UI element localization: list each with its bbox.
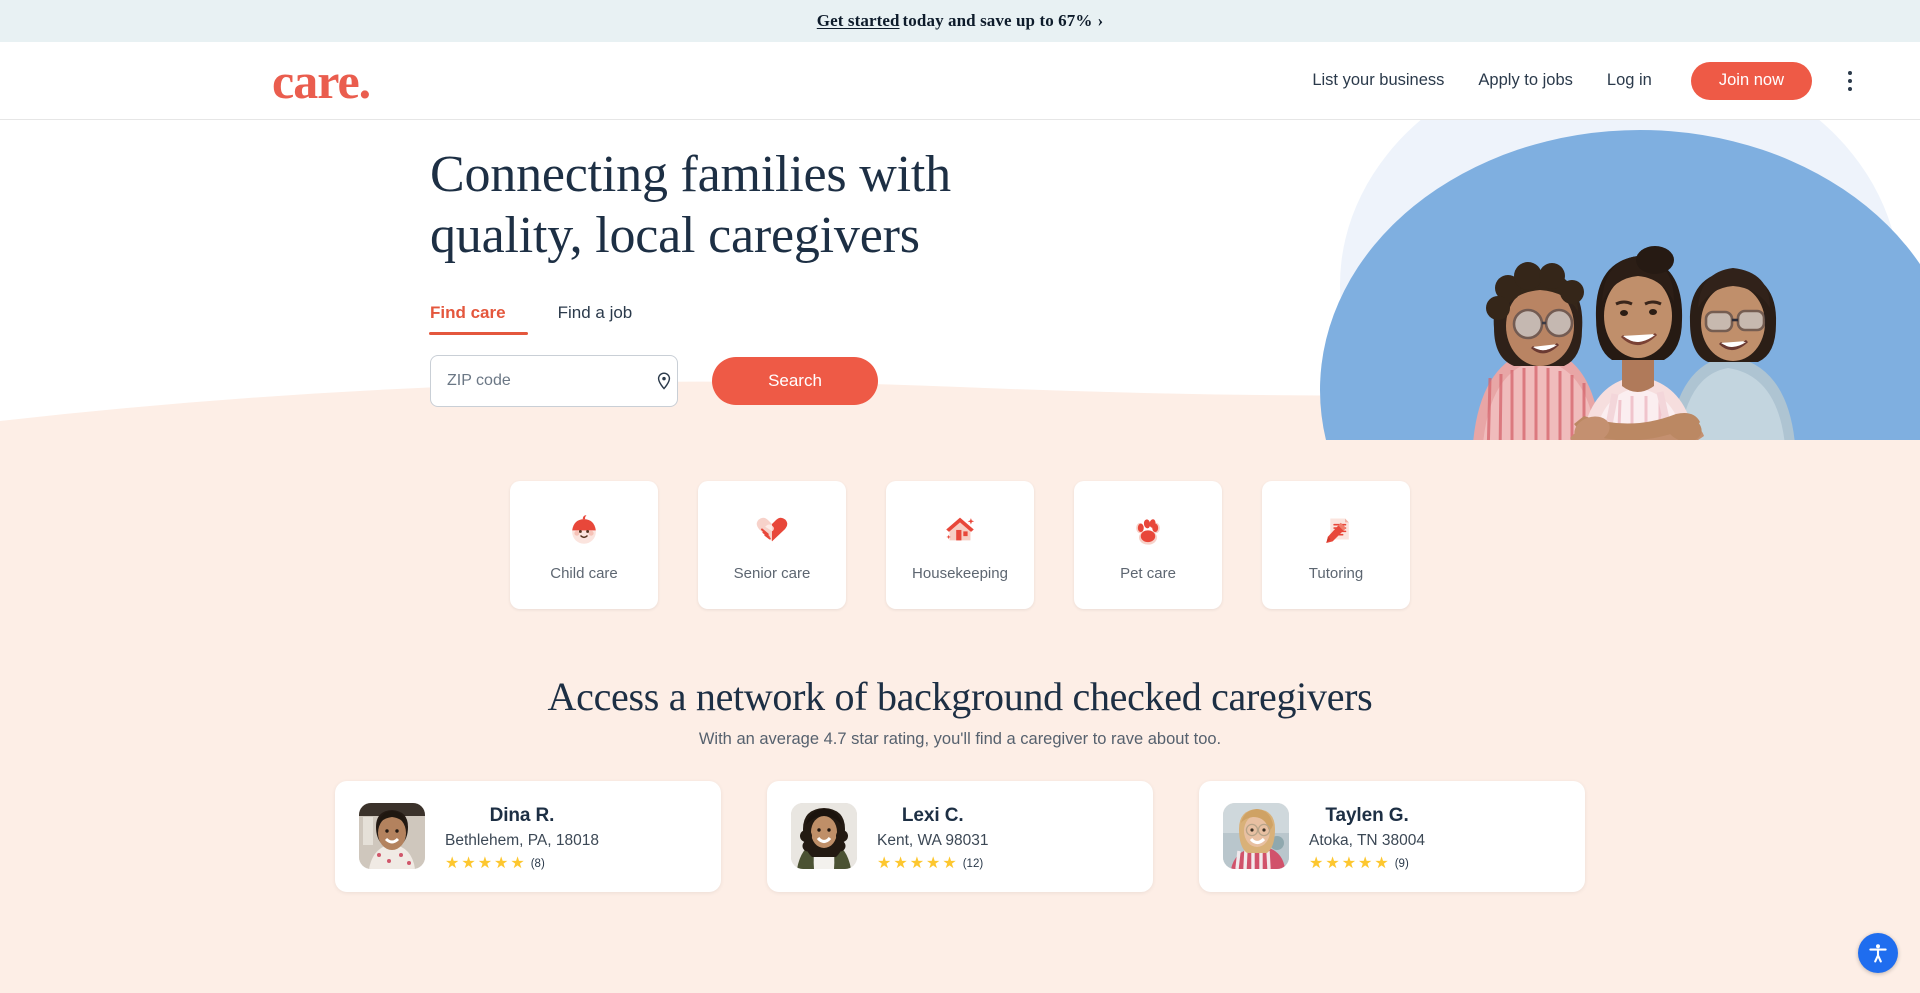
category-card-child-care[interactable]: Child care [510, 481, 658, 609]
star-icon: ★ [1325, 855, 1340, 872]
header-nav: List your business Apply to jobs Log in … [1295, 61, 1864, 100]
network-title: Access a network of background checked c… [547, 674, 1373, 719]
caregiver-location: Atoka, TN 38004 [1309, 832, 1426, 849]
star-icon: ★ [893, 855, 908, 872]
promo-get-started-link[interactable]: Get started [817, 11, 900, 31]
paw-print-icon [1128, 509, 1168, 549]
star-icon: ★ [1309, 855, 1324, 872]
review-count: (12) [962, 858, 984, 870]
network-subtitle: With an average 4.7 star rating, you'll … [698, 730, 1222, 748]
accessibility-person-icon [1869, 944, 1887, 963]
star-icon: ★ [909, 855, 925, 872]
family-photo [1473, 246, 1795, 440]
hero-content: Connecting families with quality, local … [429, 145, 951, 407]
rating: ★ ★ ★ ★ ★ (12) [877, 856, 988, 872]
category-label: Senior care [733, 564, 811, 582]
page-title: Connecting families with quality, local … [430, 146, 951, 264]
more-vertical-icon[interactable] [1836, 65, 1864, 97]
search-button[interactable]: Search [712, 356, 878, 405]
caregiver-card[interactable]: Dina R. Bethlehem, PA, 18018 ★ ★ ★ ★ ★ (… [335, 781, 721, 892]
category-label: Pet care [1120, 564, 1176, 582]
star-icon: ★ [1341, 855, 1357, 872]
promo-banner-text: today and save up to 67% [902, 11, 1093, 30]
nav-link-log-in[interactable]: Log in [1590, 71, 1669, 90]
rating: ★ ★ ★ ★ ★ (8) [445, 856, 599, 872]
zip-code-field[interactable] [430, 354, 678, 407]
category-card-tutoring[interactable]: Tutoring [1262, 481, 1410, 609]
document-pencil-icon [1316, 509, 1356, 549]
search-form: Search [430, 354, 951, 407]
network-section: Access a network of background checked c… [0, 673, 1920, 892]
star-icon: ★ [445, 855, 460, 872]
caregiver-location: Kent, WA 98031 [877, 832, 989, 849]
star-icon: ★ [942, 855, 957, 872]
review-count: (8) [530, 858, 545, 870]
services-section: Child care Senior care Housekeeping Pet … [0, 381, 1920, 993]
review-count: (9) [1394, 858, 1409, 870]
join-now-button[interactable]: Join now [1690, 61, 1812, 100]
category-card-housekeeping[interactable]: Housekeeping [886, 481, 1034, 609]
category-label: Tutoring [1308, 564, 1364, 582]
rating: ★ ★ ★ ★ ★ (9) [1309, 856, 1425, 872]
category-cards: Child care Senior care Housekeeping Pet … [0, 439, 1920, 609]
caregiver-info: Dina R. Bethlehem, PA, 18018 ★ ★ ★ ★ ★ (… [445, 803, 599, 872]
star-icon: ★ [494, 855, 509, 872]
chevron-right-icon: › [1097, 11, 1104, 30]
category-label: Child care [550, 564, 618, 582]
hero-artwork [1120, 120, 1920, 440]
caregiver-card[interactable]: Taylen G. Atoka, TN 38004 ★ ★ ★ ★ ★ (9) [1199, 781, 1585, 892]
location-pin-icon[interactable] [654, 371, 674, 391]
heart-handshake-icon [752, 509, 792, 549]
category-card-pet-care[interactable]: Pet care [1074, 481, 1222, 609]
baby-face-icon [564, 509, 604, 549]
avatar [359, 803, 425, 869]
promo-banner[interactable]: Get started today and save up to 67% › [0, 0, 1920, 42]
caregiver-location: Bethlehem, PA, 18018 [445, 832, 599, 849]
star-icon: ★ [1374, 855, 1389, 872]
star-icon: ★ [477, 855, 493, 872]
nav-link-list-your-business[interactable]: List your business [1295, 71, 1461, 90]
caregiver-info: Lexi C. Kent, WA 98031 ★ ★ ★ ★ ★ (12) [877, 803, 988, 872]
star-icon: ★ [877, 855, 892, 872]
house-sparkle-icon [940, 509, 980, 549]
caregiver-card[interactable]: Lexi C. Kent, WA 98031 ★ ★ ★ ★ ★ (12) [767, 781, 1153, 892]
accessibility-widget-button[interactable] [1858, 933, 1898, 973]
star-icon: ★ [1358, 855, 1373, 872]
search-tabs: Find care Find a job [429, 303, 951, 335]
category-card-senior-care[interactable]: Senior care [698, 481, 846, 609]
site-header: care. List your business Apply to jobs L… [0, 42, 1920, 120]
caregiver-name: Dina R. [489, 805, 555, 826]
tab-find-care[interactable]: Find care [429, 303, 528, 335]
category-label: Housekeeping [912, 564, 1008, 582]
caregiver-name: Taylen G. [1325, 805, 1409, 826]
star-icon: ★ [461, 855, 476, 872]
nav-link-apply-to-jobs[interactable]: Apply to jobs [1461, 71, 1589, 90]
avatar [1223, 803, 1289, 869]
tab-find-a-job[interactable]: Find a job [558, 303, 633, 335]
avatar [791, 803, 857, 869]
care-logo[interactable]: care. [272, 56, 371, 106]
zip-code-input[interactable] [447, 371, 654, 390]
star-icon: ★ [926, 855, 941, 872]
caregiver-info: Taylen G. Atoka, TN 38004 ★ ★ ★ ★ ★ (9) [1309, 803, 1425, 872]
star-icon: ★ [510, 855, 525, 872]
caregiver-name: Lexi C. [901, 805, 964, 826]
caregiver-cards: Dina R. Bethlehem, PA, 18018 ★ ★ ★ ★ ★ (… [0, 781, 1920, 892]
